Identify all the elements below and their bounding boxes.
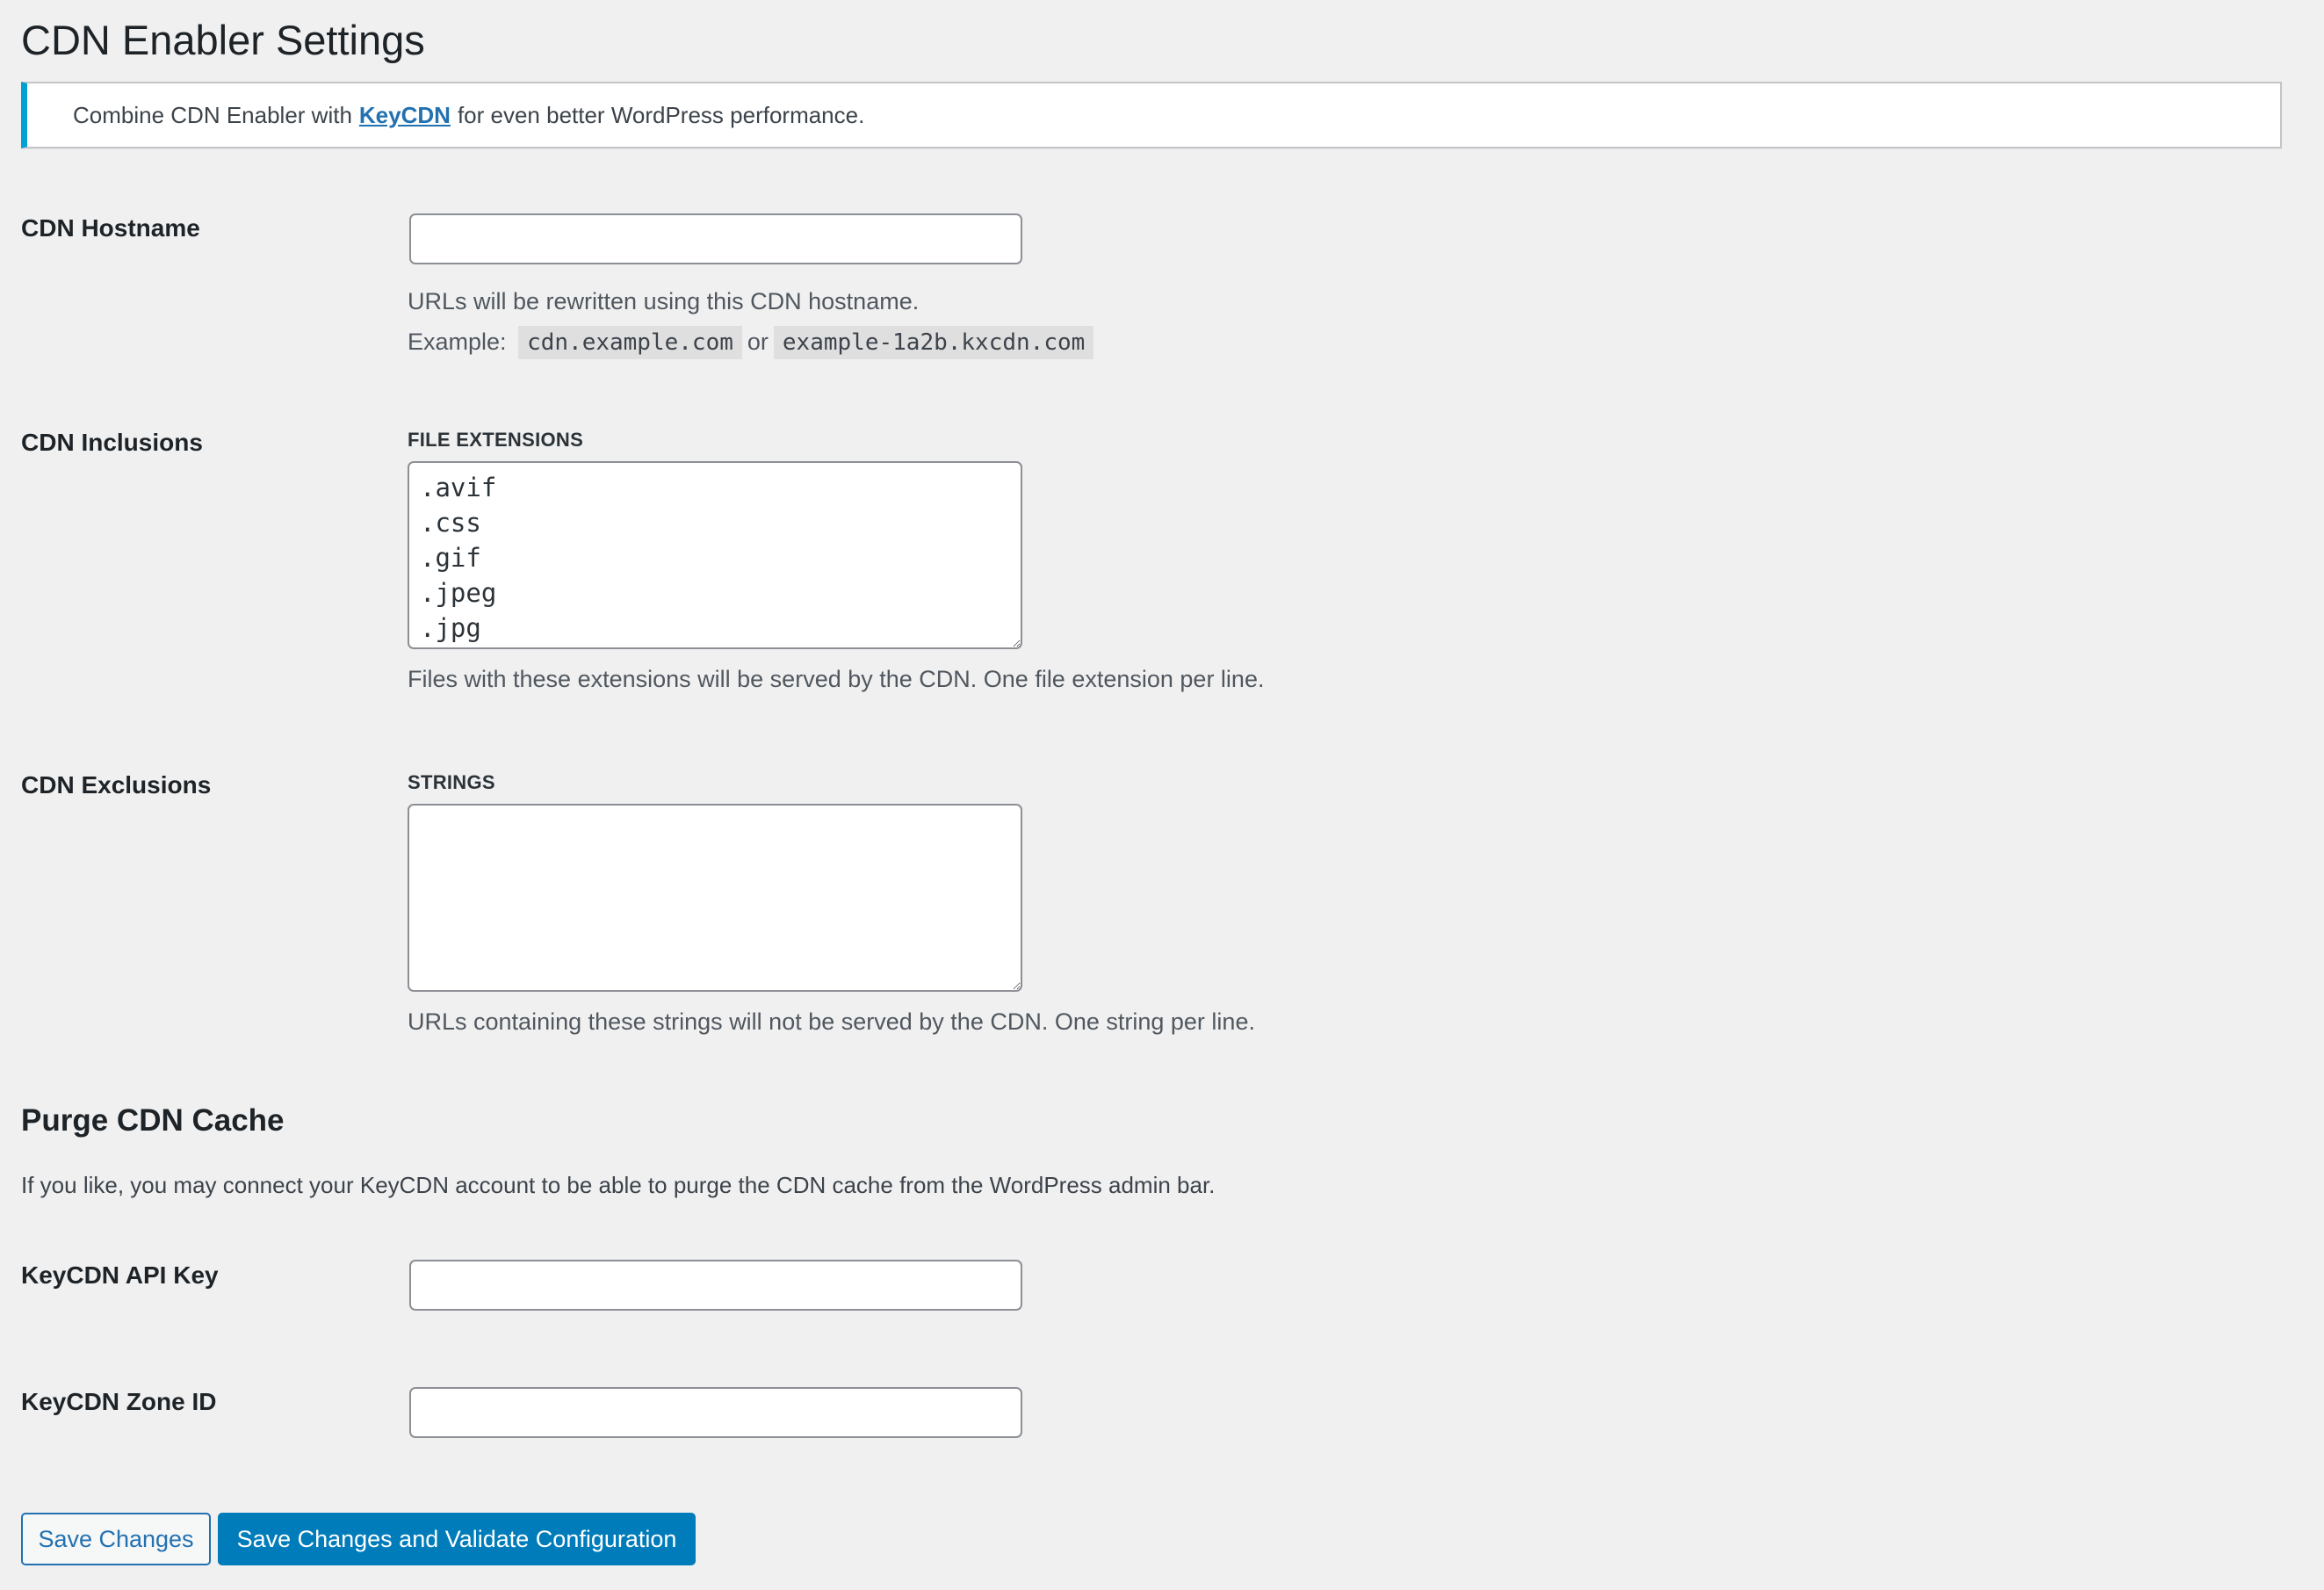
file-extensions-textarea[interactable] xyxy=(408,461,1022,649)
strings-caption: STRINGS xyxy=(408,771,495,793)
example-or: or xyxy=(747,329,769,355)
example-label: Example: xyxy=(408,329,507,355)
file-extensions-caption: FILE EXTENSIONS xyxy=(408,429,584,451)
cdn-hostname-input[interactable] xyxy=(409,213,1022,264)
page-title: CDN Enabler Settings xyxy=(21,17,425,63)
save-changes-button[interactable]: Save Changes xyxy=(21,1513,211,1565)
save-and-validate-button[interactable]: Save Changes and Validate Configuration xyxy=(218,1513,696,1565)
purge-section-description: If you like, you may connect your KeyCDN… xyxy=(21,1172,1216,1198)
cdn-hostname-example: Example: cdn.example.com or example-1a2b.k… xyxy=(408,326,1099,359)
keycdn-link[interactable]: KeyCDN xyxy=(359,102,451,129)
cdn-inclusions-label: CDN Inclusions xyxy=(21,429,203,456)
cdn-exclusions-label: CDN Exclusions xyxy=(21,771,212,799)
example-hostname-2: example-1a2b.kxcdn.com xyxy=(773,326,1094,359)
notice-text-before: Combine CDN Enabler with xyxy=(73,101,352,128)
cdn-hostname-description: URLs will be rewritten using this CDN ho… xyxy=(408,288,920,314)
settings-page: CDN Enabler Settings Combine CDN Enabler… xyxy=(0,0,2324,1590)
example-hostname-1: cdn.example.com xyxy=(518,326,742,359)
cdn-inclusions-description: Files with these extensions will be serv… xyxy=(408,666,1265,692)
cdn-hostname-label: CDN Hostname xyxy=(21,214,200,242)
exclusion-strings-textarea[interactable] xyxy=(408,804,1022,992)
notice-text-after: for even better WordPress performance. xyxy=(457,101,865,128)
info-notice: Combine CDN Enabler with KeyCDN for even… xyxy=(21,82,2282,148)
cdn-exclusions-description: URLs containing these strings will not b… xyxy=(408,1008,1255,1035)
purge-section-title: Purge CDN Cache xyxy=(21,1103,285,1138)
zone-id-input[interactable] xyxy=(409,1387,1022,1438)
api-key-label: KeyCDN API Key xyxy=(21,1261,219,1289)
zone-id-label: KeyCDN Zone ID xyxy=(21,1388,217,1415)
api-key-input[interactable] xyxy=(409,1260,1022,1311)
